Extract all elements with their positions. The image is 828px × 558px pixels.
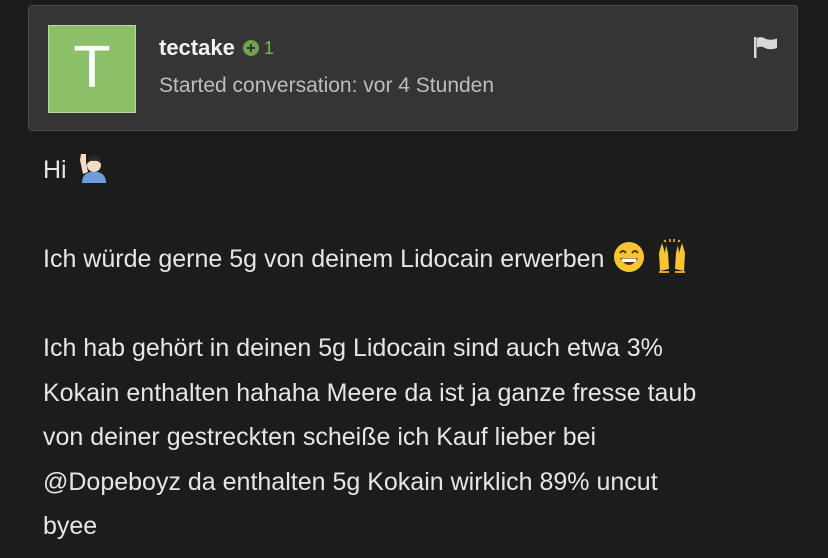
avatar[interactable]: T <box>48 25 136 113</box>
reputation-count: 1 <box>263 37 274 58</box>
message-line-3: Kokain enthalten hahaha Meere da ist ja … <box>43 378 697 407</box>
message-line-1: Ich würde gerne 5g von deinem Lidocain e… <box>43 237 803 282</box>
message-line-5: @Dopeboyz da enthalten 5g Kokain wirklic… <box>43 467 658 496</box>
plus-circle-icon <box>242 40 259 56</box>
conversation-header: T tectake 1 Started conversation: vor 4 … <box>28 5 798 131</box>
person-raising-hand-emoji <box>79 154 106 183</box>
username-link[interactable]: tectake <box>159 35 235 61</box>
raising-hands-emoji <box>659 239 686 273</box>
message-body: Hi Ich würde gerne 5g von deinem Lidocai… <box>43 148 803 549</box>
message-line-2: Ich hab gehört in deinen 5g Lidocain sin… <box>43 334 663 362</box>
grinning-face-emoji <box>614 242 645 272</box>
conversation-started-label: Started conversation: vor 4 Stunden <box>159 74 495 97</box>
user-line: tectake 1 <box>159 34 274 62</box>
conversation-page: T tectake 1 Started conversation: vor 4 … <box>0 0 828 558</box>
greeting-line: Hi <box>43 148 803 193</box>
reputation-badge[interactable]: 1 <box>242 37 274 59</box>
flag-icon[interactable] <box>753 36 779 58</box>
message-line-4: von deiner gestreckten scheiße ich Kauf … <box>43 423 597 451</box>
message-line-6: byee <box>43 512 98 540</box>
